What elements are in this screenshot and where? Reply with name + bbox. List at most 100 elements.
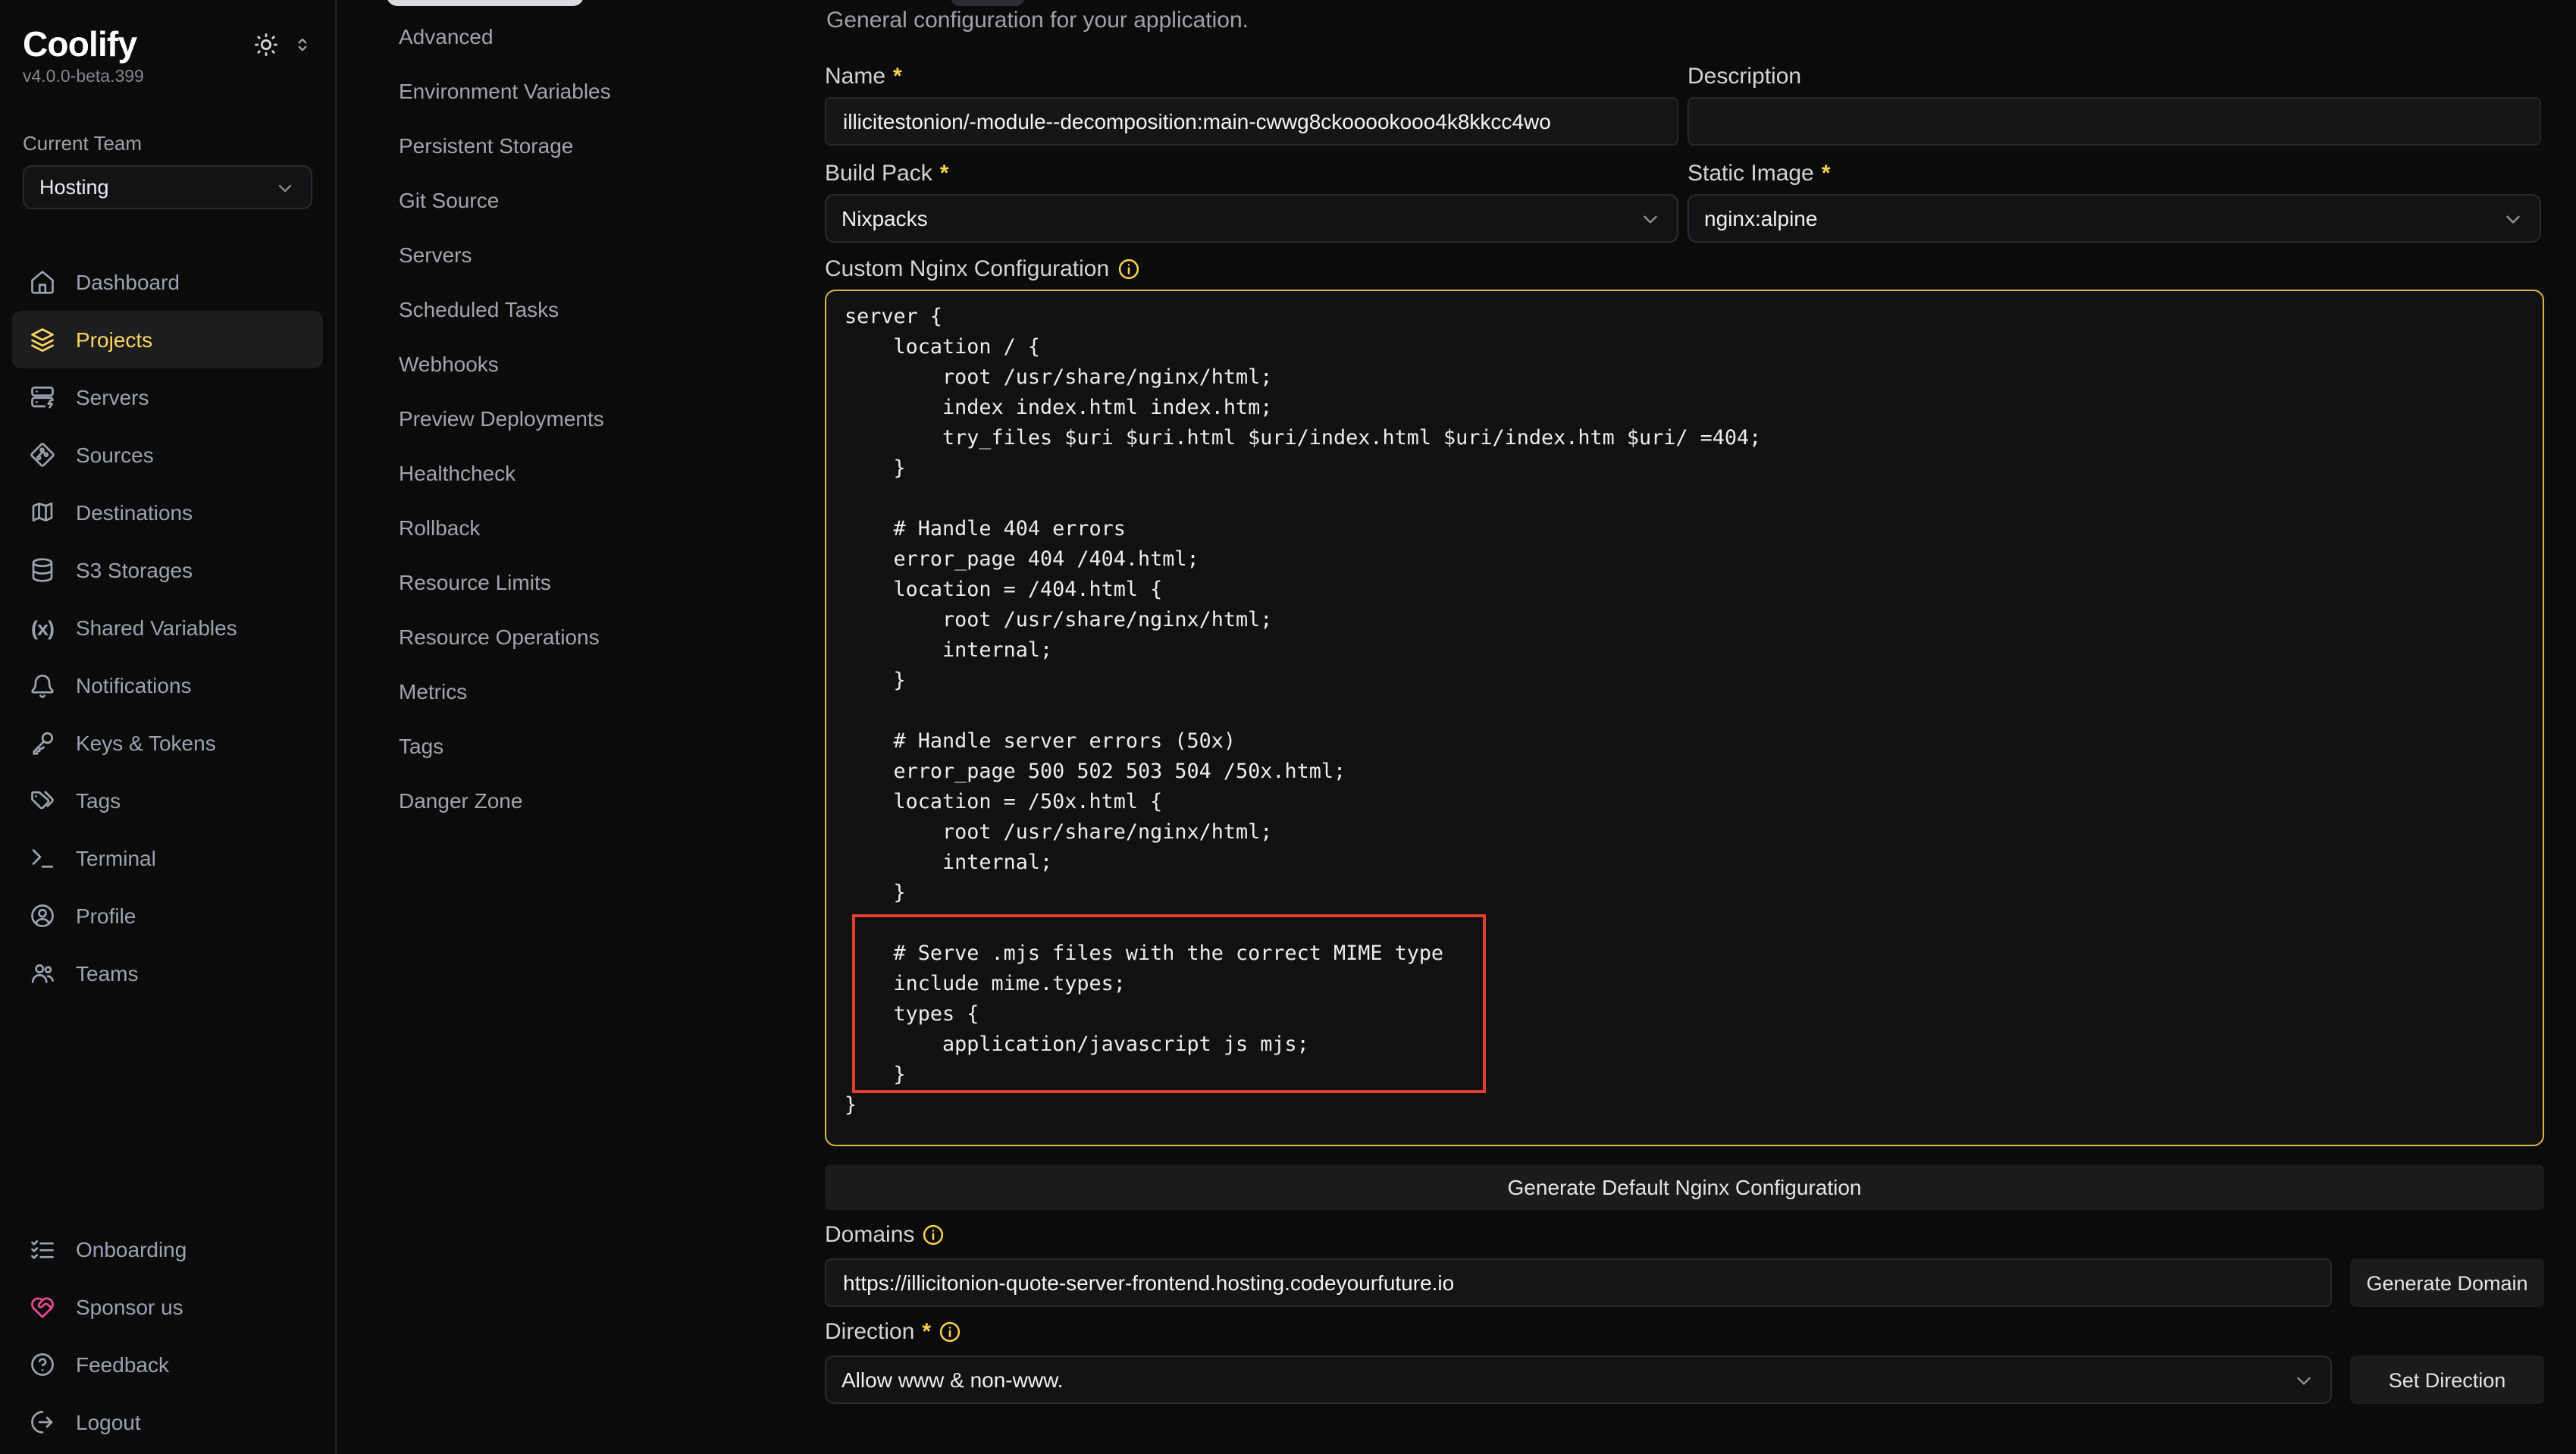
app-logo: Coolify bbox=[23, 21, 253, 67]
sidebar-item-terminal[interactable]: Terminal bbox=[12, 829, 323, 887]
submenu-item-environment-variables[interactable]: Environment Variables bbox=[337, 64, 804, 118]
generate-domain-button[interactable]: Generate Domain bbox=[2350, 1258, 2544, 1307]
sidebar-item-onboarding[interactable]: Onboarding bbox=[12, 1221, 323, 1278]
submenu-item-tags[interactable]: Tags bbox=[337, 719, 804, 773]
mime-type-highlight-box bbox=[852, 914, 1486, 1093]
description-input[interactable] bbox=[1688, 97, 2541, 146]
logout-icon bbox=[29, 1409, 56, 1436]
static-image-field-group: Static Image* nginx:alpine bbox=[1688, 158, 2541, 243]
submenu-item-preview-deployments[interactable]: Preview Deployments bbox=[337, 391, 804, 446]
required-asterisk: * bbox=[893, 63, 902, 89]
sidebar-item-profile[interactable]: Profile bbox=[12, 887, 323, 945]
chevron-down-icon bbox=[274, 177, 296, 198]
set-direction-button[interactable]: Set Direction bbox=[2350, 1355, 2544, 1404]
sidebar-item-sources[interactable]: Sources bbox=[12, 426, 323, 484]
sidebar-item-label: Shared Variables bbox=[76, 616, 237, 640]
domains-label: Domains bbox=[825, 1219, 945, 1249]
submenu-item-git-source[interactable]: Git Source bbox=[337, 173, 804, 227]
sidebar-item-label: Teams bbox=[76, 961, 138, 986]
name-field-group: Name* bbox=[825, 61, 1678, 146]
sidebar-item-label: Notifications bbox=[76, 673, 192, 697]
checklist-icon bbox=[29, 1236, 56, 1263]
static-image-label: Static Image* bbox=[1688, 158, 2541, 188]
sidebar-item-feedback[interactable]: Feedback bbox=[12, 1336, 323, 1393]
sidebar-item-label: Sources bbox=[76, 443, 154, 467]
build-pack-value: Nixpacks bbox=[841, 206, 1639, 230]
submenu-item-resource-operations[interactable]: Resource Operations bbox=[337, 609, 804, 664]
home-icon bbox=[29, 268, 56, 296]
sidebar-item-label: Dashboard bbox=[76, 270, 180, 294]
sidebar: Coolify v4.0.0-beta.399 Current Team Hos… bbox=[0, 0, 337, 1454]
sidebar-item-projects[interactable]: Projects bbox=[12, 311, 323, 368]
name-input[interactable] bbox=[825, 97, 1678, 146]
build-pack-select[interactable]: Nixpacks bbox=[825, 194, 1678, 243]
submenu-item-servers[interactable]: Servers bbox=[337, 227, 804, 282]
sidebar-item-logout[interactable]: Logout bbox=[12, 1393, 323, 1451]
main-content: General configuration for your applicati… bbox=[804, 0, 2576, 1454]
required-asterisk: * bbox=[922, 1318, 931, 1344]
top-clipped-element[interactable] bbox=[951, 0, 1025, 6]
app-version: v4.0.0-beta.399 bbox=[23, 68, 312, 86]
submenu-item-danger-zone[interactable]: Danger Zone bbox=[337, 773, 804, 828]
static-image-value: nginx:alpine bbox=[1704, 206, 2502, 230]
help-circle-icon bbox=[29, 1351, 56, 1378]
submenu-item-persistent-storage[interactable]: Persistent Storage bbox=[337, 118, 804, 173]
sidebar-item-label: Terminal bbox=[76, 846, 156, 870]
submenu-item-advanced[interactable]: Advanced bbox=[337, 9, 804, 64]
sidebar-item-dashboard[interactable]: Dashboard bbox=[12, 253, 323, 311]
submenu-item-webhooks[interactable]: Webhooks bbox=[337, 337, 804, 391]
sidebar-item-label: Sponsor us bbox=[76, 1295, 183, 1319]
map-icon bbox=[29, 499, 56, 526]
description-field-group: Description bbox=[1688, 61, 2541, 146]
build-pack-field-group: Build Pack* Nixpacks bbox=[825, 158, 1678, 243]
page-subtitle: General configuration for your applicati… bbox=[826, 8, 1249, 33]
sidebar-item-shared-variables[interactable]: (x) Shared Variables bbox=[12, 599, 323, 656]
sidebar-item-servers[interactable]: Servers bbox=[12, 368, 323, 426]
team-select-value: Hosting bbox=[39, 176, 274, 199]
sidebar-item-label: Destinations bbox=[76, 500, 193, 525]
submenu-item-scheduled-tasks[interactable]: Scheduled Tasks bbox=[337, 282, 804, 337]
nginx-config-editor[interactable]: server { location / { root /usr/share/ng… bbox=[825, 290, 2544, 1146]
domains-field-group bbox=[825, 1252, 2332, 1307]
layers-icon bbox=[29, 326, 56, 353]
user-circle-icon bbox=[29, 902, 56, 929]
sidebar-item-keys-tokens[interactable]: Keys & Tokens bbox=[12, 714, 323, 772]
sidebar-item-sponsor-us[interactable]: Sponsor us bbox=[12, 1278, 323, 1336]
direction-select[interactable]: Allow www & non-www. bbox=[825, 1355, 2332, 1404]
submenu-item-healthcheck[interactable]: Healthcheck bbox=[337, 446, 804, 500]
heart-hands-icon bbox=[29, 1293, 56, 1321]
database-icon bbox=[29, 556, 56, 584]
current-team-label: Current Team bbox=[23, 132, 312, 155]
sidebar-item-label: Feedback bbox=[76, 1352, 169, 1377]
direction-label: Direction* bbox=[825, 1316, 961, 1346]
submenu-active-item-partial[interactable] bbox=[387, 0, 584, 6]
submenu-item-resource-limits[interactable]: Resource Limits bbox=[337, 555, 804, 609]
static-image-select[interactable]: nginx:alpine bbox=[1688, 194, 2541, 243]
sidebar-item-s3-storages[interactable]: S3 Storages bbox=[12, 541, 323, 599]
parentheses-x-icon: (x) bbox=[29, 614, 56, 641]
required-asterisk: * bbox=[940, 160, 949, 186]
sidebar-item-label: Logout bbox=[76, 1410, 141, 1434]
sidebar-item-label: Keys & Tokens bbox=[76, 731, 216, 755]
chevrons-up-down-icon[interactable] bbox=[293, 34, 312, 54]
sidebar-item-tags[interactable]: Tags bbox=[12, 772, 323, 829]
domains-input[interactable] bbox=[825, 1258, 2332, 1307]
build-pack-label: Build Pack* bbox=[825, 158, 1678, 188]
sidebar-item-teams[interactable]: Teams bbox=[12, 945, 323, 1002]
sidebar-item-notifications[interactable]: Notifications bbox=[12, 656, 323, 714]
team-select[interactable]: Hosting bbox=[23, 165, 312, 209]
coolify-app: Coolify v4.0.0-beta.399 Current Team Hos… bbox=[0, 0, 2576, 1454]
submenu-item-rollback[interactable]: Rollback bbox=[337, 500, 804, 555]
info-icon[interactable] bbox=[1117, 257, 1139, 280]
description-label: Description bbox=[1688, 61, 2541, 91]
git-source-icon bbox=[29, 441, 56, 468]
terminal-icon bbox=[29, 845, 56, 872]
info-icon[interactable] bbox=[922, 1223, 945, 1246]
sidebar-footer: Onboarding Sponsor us Feedback Logout bbox=[0, 1221, 335, 1454]
sun-theme-icon[interactable] bbox=[253, 31, 279, 57]
sidebar-item-destinations[interactable]: Destinations bbox=[12, 484, 323, 541]
submenu-item-metrics[interactable]: Metrics bbox=[337, 664, 804, 719]
info-icon[interactable] bbox=[939, 1320, 961, 1343]
logo-row: Coolify bbox=[23, 21, 312, 67]
generate-nginx-config-button[interactable]: Generate Default Nginx Configuration bbox=[825, 1164, 2544, 1210]
